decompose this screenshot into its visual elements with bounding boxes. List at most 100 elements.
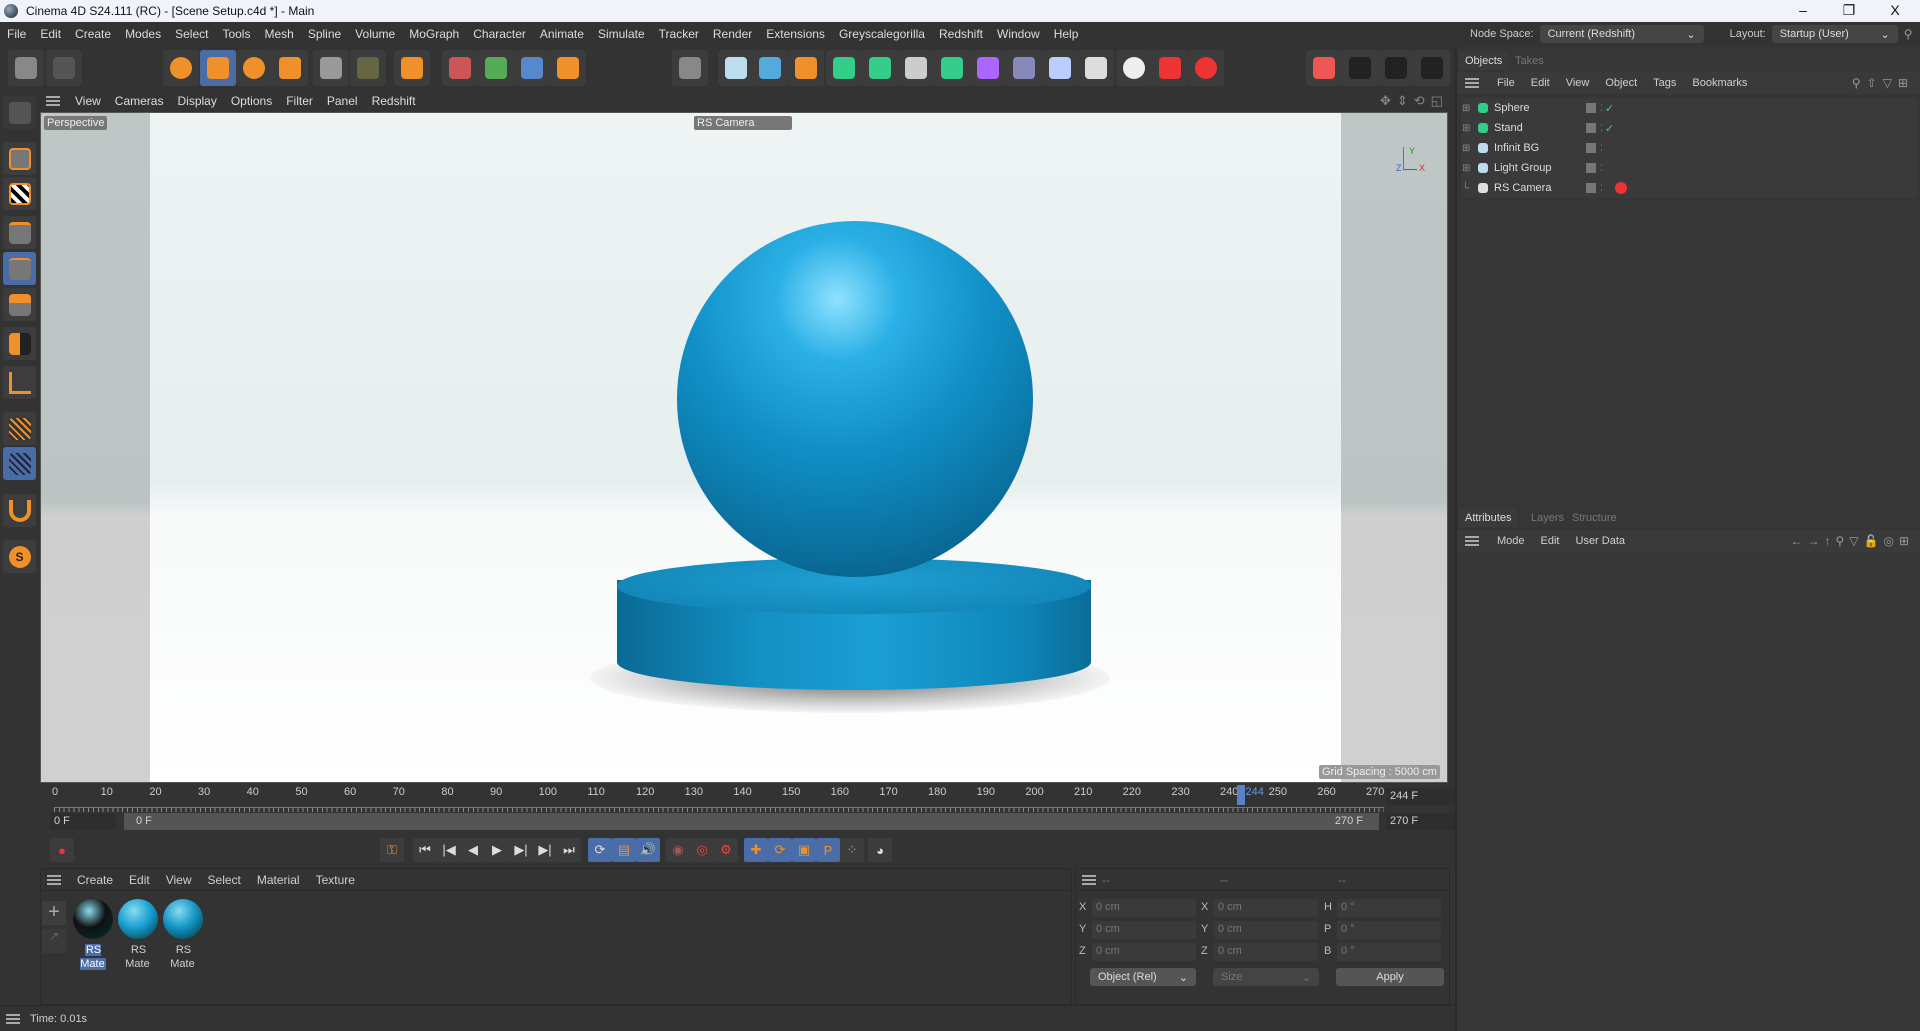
active-camera-label[interactable]: RS Camera bbox=[694, 116, 792, 130]
menu-file[interactable]: File bbox=[0, 27, 33, 41]
workplane-icon[interactable] bbox=[3, 412, 36, 445]
material-menu-select[interactable]: Select bbox=[200, 873, 249, 887]
motion-system-button[interactable]: ◕ bbox=[868, 838, 892, 862]
layer-dots-icon[interactable]: ⁚ bbox=[1600, 103, 1603, 114]
start-frame-field[interactable]: 0 F bbox=[50, 813, 116, 830]
viewport[interactable]: Perspective RS Camera Grid Spacing : 500… bbox=[40, 112, 1448, 783]
transform-button[interactable] bbox=[313, 50, 349, 86]
menu-mograph[interactable]: MoGraph bbox=[402, 27, 466, 41]
coord-field[interactable]: 0 cm bbox=[1214, 921, 1318, 939]
menu-animate[interactable]: Animate bbox=[533, 27, 591, 41]
next-frame-button[interactable]: ▶| bbox=[509, 838, 533, 862]
object-row[interactable]: └RS Camera⁚ bbox=[1462, 178, 1917, 198]
viewport-menu-panel[interactable]: Panel bbox=[320, 94, 365, 108]
menu-simulate[interactable]: Simulate bbox=[591, 27, 652, 41]
object-row[interactable]: ⊞Sphere⁚✓ bbox=[1462, 98, 1917, 118]
expand-icon[interactable]: └ bbox=[1462, 183, 1474, 194]
coord-field[interactable]: 0 cm bbox=[1092, 921, 1196, 939]
add-icon[interactable]: + bbox=[42, 901, 66, 925]
tab-attributes[interactable]: Attributes bbox=[1459, 509, 1517, 527]
key-param-button[interactable]: P bbox=[816, 838, 840, 862]
menu-redshift[interactable]: Redshift bbox=[932, 27, 990, 41]
menu-select[interactable]: Select bbox=[168, 27, 215, 41]
make-editable-icon[interactable] bbox=[3, 96, 36, 129]
z-axis-button[interactable] bbox=[514, 50, 550, 86]
previous-key-button[interactable]: |◀ bbox=[437, 838, 461, 862]
rs-light-button[interactable] bbox=[1188, 50, 1224, 86]
material-menu-texture[interactable]: Texture bbox=[308, 873, 363, 887]
camera-button[interactable] bbox=[1078, 50, 1114, 86]
polygons-mode-icon[interactable] bbox=[3, 288, 36, 321]
minimize-button[interactable]: – bbox=[1780, 0, 1826, 22]
coord-field[interactable]: 0 cm bbox=[1092, 899, 1196, 917]
material-menu-view[interactable]: View bbox=[158, 873, 200, 887]
attributes-menu-user-data[interactable]: User Data bbox=[1568, 535, 1634, 547]
pen-button[interactable] bbox=[788, 50, 824, 86]
hamburger-menu-icon[interactable] bbox=[1082, 875, 1096, 885]
coord-field[interactable]: 0 cm bbox=[1214, 943, 1318, 961]
visibility-toggle-icon[interactable] bbox=[1586, 183, 1596, 193]
viewport-navigation-icons[interactable]: ✥⇕⟲◱ bbox=[1380, 93, 1449, 109]
placeholder-button[interactable] bbox=[350, 50, 386, 86]
material-item[interactable]: RS Mate bbox=[163, 899, 203, 970]
objects-toolbar-icons[interactable]: ⚲⇧▽⊞ bbox=[1852, 76, 1914, 90]
timeline[interactable]: 0102030405060708090100110120130140150160… bbox=[40, 783, 1450, 831]
light-button[interactable] bbox=[1116, 50, 1152, 86]
viewport-menu-view[interactable]: View bbox=[68, 94, 108, 108]
render-settings-button[interactable] bbox=[1414, 50, 1450, 86]
visibility-toggle-icon[interactable] bbox=[1586, 143, 1596, 153]
sound-button[interactable]: 🔊 bbox=[636, 838, 660, 862]
key-button[interactable]: ⚿ bbox=[380, 838, 404, 862]
previous-frame-button[interactable]: ◀ bbox=[461, 838, 485, 862]
expand-icon[interactable]: ⊞ bbox=[1462, 123, 1474, 134]
render-view-button[interactable] bbox=[672, 50, 708, 86]
objects-menu-view[interactable]: View bbox=[1558, 77, 1598, 89]
node-space-select[interactable]: Current (Redshift)⌄ bbox=[1540, 25, 1704, 43]
rs-renderview-button[interactable] bbox=[1306, 50, 1342, 86]
undo-button[interactable] bbox=[8, 50, 44, 86]
film-button[interactable]: ▤ bbox=[612, 838, 636, 862]
attributes-toolbar-icons[interactable]: ←→↑⚲▽🔓◎⊞ bbox=[1791, 534, 1914, 548]
end-frame-field[interactable]: 270 F bbox=[1386, 813, 1456, 830]
hamburger-menu-icon[interactable] bbox=[47, 875, 61, 885]
solo-icon[interactable]: S bbox=[3, 540, 36, 573]
object-row[interactable]: ⊞Light Group⁚ bbox=[1462, 158, 1917, 178]
material-menu-create[interactable]: Create bbox=[69, 873, 121, 887]
tab-objects[interactable]: Objects bbox=[1459, 52, 1508, 70]
key-settings-button[interactable]: ⚙ bbox=[714, 838, 738, 862]
menu-create[interactable]: Create bbox=[68, 27, 118, 41]
x-axis-button[interactable] bbox=[442, 50, 478, 86]
record-button[interactable]: ● bbox=[50, 838, 74, 862]
key-rotation-button[interactable]: ⟳ bbox=[768, 838, 792, 862]
objects-menu-edit[interactable]: Edit bbox=[1523, 77, 1558, 89]
enabled-check-icon[interactable]: ✓ bbox=[1605, 102, 1614, 115]
menu-render[interactable]: Render bbox=[706, 27, 759, 41]
render-button[interactable] bbox=[1378, 50, 1414, 86]
menu-modes[interactable]: Modes bbox=[118, 27, 168, 41]
key-scale-button[interactable]: ▣ bbox=[792, 838, 816, 862]
viewport-menu-redshift[interactable]: Redshift bbox=[365, 94, 423, 108]
extrude-button[interactable] bbox=[862, 50, 898, 86]
coord-field[interactable]: 0 cm bbox=[1092, 943, 1196, 961]
viewport-menu-options[interactable]: Options bbox=[224, 94, 279, 108]
play-button[interactable]: ▶ bbox=[485, 838, 509, 862]
rotate-button[interactable] bbox=[236, 50, 272, 86]
floor-button[interactable] bbox=[1042, 50, 1078, 86]
axis-mode-icon[interactable] bbox=[3, 366, 36, 399]
playhead[interactable] bbox=[1237, 785, 1245, 805]
go-to-start-button[interactable]: ⏮ bbox=[413, 838, 437, 862]
timeline-ruler[interactable]: 0102030405060708090100110120130140150160… bbox=[40, 783, 1380, 809]
menu-window[interactable]: Window bbox=[990, 27, 1047, 41]
snap-magnet-icon[interactable] bbox=[3, 494, 36, 527]
visibility-toggle-icon[interactable] bbox=[1586, 163, 1596, 173]
tab-takes[interactable]: Takes bbox=[1509, 52, 1550, 70]
menu-spline[interactable]: Spline bbox=[301, 27, 348, 41]
uv-mode-icon[interactable] bbox=[3, 327, 36, 360]
hamburger-menu-icon[interactable] bbox=[46, 96, 60, 106]
menu-greyscalegorilla[interactable]: Greyscalegorilla bbox=[832, 27, 932, 41]
layer-dots-icon[interactable]: ⁚ bbox=[1600, 143, 1603, 154]
objects-menu-tags[interactable]: Tags bbox=[1645, 77, 1684, 89]
move-button[interactable] bbox=[200, 50, 236, 86]
close-button[interactable]: X bbox=[1872, 0, 1918, 22]
tab-structure[interactable]: Structure bbox=[1566, 509, 1623, 527]
